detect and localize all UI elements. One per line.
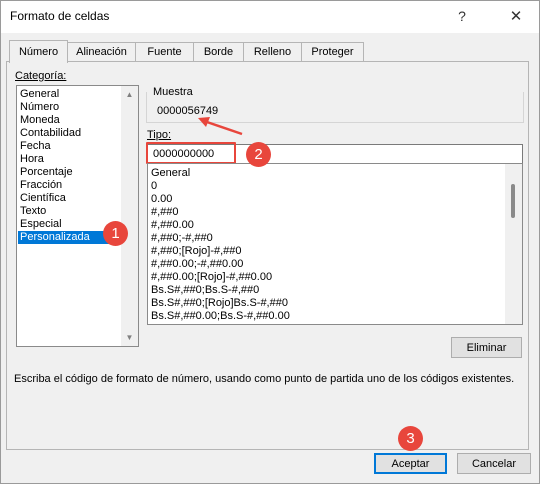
format-item[interactable]: Bs.S#,##0;[Rojo]Bs.S-#,##0: [151, 297, 288, 310]
close-button[interactable]: ✕: [499, 3, 533, 29]
format-item[interactable]: #,##0;-#,##0: [151, 232, 213, 245]
close-icon: ✕: [509, 8, 523, 25]
category-item-fecha[interactable]: Fecha: [18, 140, 123, 153]
sample-label: Muestra: [153, 86, 193, 98]
annotation-arrow-icon: [198, 117, 243, 136]
category-item-general[interactable]: General: [18, 88, 123, 101]
ok-button[interactable]: Aceptar: [374, 453, 447, 474]
annotation-badge-3: 3: [398, 426, 423, 451]
scroll-thumb[interactable]: [511, 184, 515, 218]
format-code-list[interactable]: General 0 0.00 #,##0 #,##0.00 #,##0;-#,#…: [147, 163, 523, 325]
format-item[interactable]: #,##0: [151, 206, 179, 219]
format-list-scrollbar[interactable]: [505, 164, 522, 324]
format-item[interactable]: #,##0.00;[Rojo]-#,##0.00: [151, 271, 272, 284]
category-item-porcentaje[interactable]: Porcentaje: [18, 166, 123, 179]
tab-numero[interactable]: Número: [9, 40, 68, 63]
annotation-badge-2: 2: [246, 142, 271, 167]
category-item-contabilidad[interactable]: Contabilidad: [18, 127, 123, 140]
tab-borde[interactable]: Borde: [193, 42, 244, 61]
category-label: Categoría:: [15, 70, 67, 82]
format-item[interactable]: #,##0.00;-#,##0.00: [151, 258, 243, 271]
format-item[interactable]: Bs.S#,##0;Bs.S-#,##0: [151, 284, 259, 297]
scroll-down-arrow-icon[interactable]: ▼: [121, 329, 138, 346]
help-button[interactable]: ?: [445, 3, 479, 29]
dialog-title: Formato de celdas: [10, 9, 110, 23]
category-item-hora[interactable]: Hora: [18, 153, 123, 166]
category-item-fraccion[interactable]: Fracción: [18, 179, 123, 192]
type-input-highlight: [146, 142, 236, 164]
type-label-text: Tipo:: [147, 129, 172, 141]
category-item-cientifica[interactable]: Científica: [18, 192, 123, 205]
category-item-texto[interactable]: Texto: [18, 205, 123, 218]
help-icon: ?: [458, 8, 466, 24]
format-item[interactable]: #,##0.00: [151, 219, 194, 232]
tab-fuente[interactable]: Fuente: [135, 42, 194, 61]
tab-proteger[interactable]: Proteger: [301, 42, 364, 61]
type-label: Tipo:: [147, 129, 171, 141]
format-item[interactable]: Bs.S#,##0.00;Bs.S-#,##0.00: [151, 310, 290, 323]
category-item-numero[interactable]: Número: [18, 101, 123, 114]
format-description: Escriba el código de formato de número, …: [14, 373, 515, 385]
format-item[interactable]: #,##0;[Rojo]-#,##0: [151, 245, 242, 258]
category-item-moneda[interactable]: Moneda: [18, 114, 123, 127]
delete-button[interactable]: Eliminar: [451, 337, 522, 358]
scroll-up-arrow-icon[interactable]: ▲: [121, 86, 138, 103]
format-item[interactable]: 0: [151, 180, 157, 193]
cancel-button[interactable]: Cancelar: [457, 453, 531, 474]
category-list[interactable]: General Número Moneda Contabilidad Fecha…: [16, 85, 139, 347]
category-scrollbar[interactable]: ▲ ▼: [121, 86, 138, 346]
title-bar: Formato de celdas ? ✕: [1, 1, 539, 33]
annotation-badge-1: 1: [103, 221, 128, 246]
format-item[interactable]: 0.00: [151, 193, 172, 206]
tab-relleno[interactable]: Relleno: [243, 42, 302, 61]
tab-alineacion[interactable]: Alineación: [67, 42, 136, 61]
format-item[interactable]: General: [151, 167, 190, 180]
